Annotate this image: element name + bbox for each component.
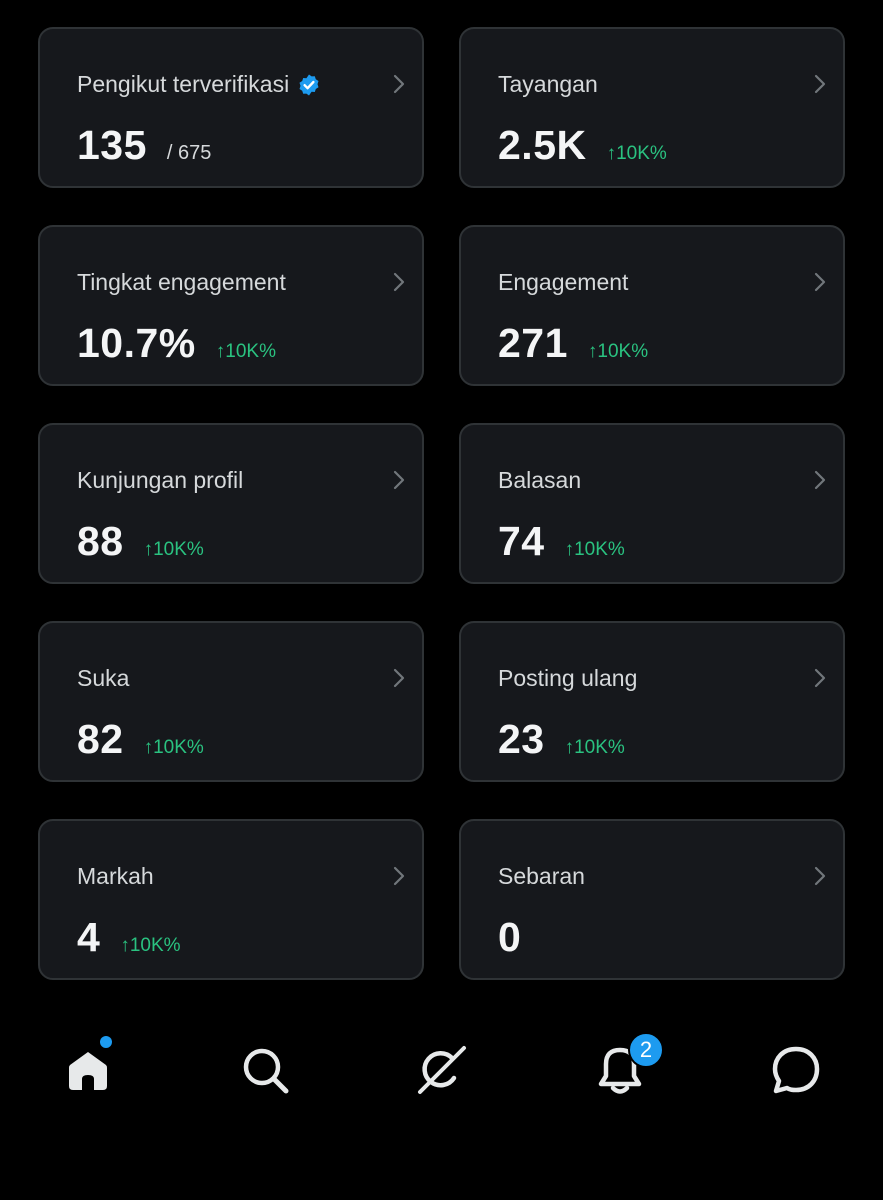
card-title: Pengikut terverifikasi — [77, 71, 290, 97]
card-verified-followers[interactable]: Pengikut terverifikasi 135 / 675 — [38, 27, 424, 188]
chevron-right-icon — [814, 272, 826, 292]
change-value: 10K% — [153, 539, 204, 560]
metric-change: ↑ 10K% — [588, 341, 648, 363]
nav-messages-button[interactable] — [768, 1042, 824, 1098]
card-title: Posting ulang — [498, 665, 638, 691]
arrow-up-icon: ↑ — [564, 539, 575, 560]
home-unread-dot — [100, 1036, 112, 1048]
metric-value: 2.5K — [498, 122, 587, 168]
chevron-right-icon — [393, 866, 405, 886]
chevron-right-icon — [393, 74, 405, 94]
metric-change: ↑ 10K% — [144, 539, 204, 561]
nav-home-button[interactable] — [60, 1036, 116, 1098]
metric-total: / 675 — [166, 142, 212, 164]
metric-value: 82 — [77, 716, 124, 762]
metric-change: ↑ 10K% — [607, 143, 667, 165]
chevron-right-icon — [814, 866, 826, 886]
metric-value: 0 — [498, 914, 522, 960]
chevron-right-icon — [814, 668, 826, 688]
search-icon — [243, 1048, 289, 1094]
arrow-up-icon: ↑ — [564, 737, 575, 758]
metric-change: ↑ 10K% — [120, 935, 180, 957]
card-title: Sebaran — [498, 863, 585, 889]
change-value: 10K% — [225, 341, 276, 362]
card-likes[interactable]: Suka 82 ↑ 10K% — [38, 621, 424, 782]
home-icon — [69, 1052, 107, 1090]
metric-value: 88 — [77, 518, 124, 564]
metric-value: 23 — [498, 716, 545, 762]
arrow-up-icon: ↑ — [120, 935, 130, 956]
card-title: Suka — [77, 665, 130, 691]
nav-notifications-button[interactable]: 2 — [592, 1032, 664, 1098]
card-reposts[interactable]: Posting ulang 23 ↑ 10K% — [459, 621, 845, 782]
card-title: Balasan — [498, 467, 582, 493]
card-engagement[interactable]: Engagement 271 ↑ 10K% — [459, 225, 845, 386]
chevron-right-icon — [393, 470, 405, 490]
card-title: Tingkat engagement — [77, 269, 286, 295]
nav-search-button[interactable] — [237, 1042, 293, 1098]
metric-change: ↑ 10K% — [216, 341, 276, 363]
arrow-up-icon: ↑ — [143, 539, 154, 560]
card-title: Markah — [77, 863, 154, 889]
metric-change: ↑ 10K% — [144, 737, 204, 759]
nav-grok-button[interactable] — [414, 1042, 470, 1098]
card-impressions[interactable]: Tayangan 2.5K ↑ 10K% — [459, 27, 845, 188]
change-value: 10K% — [574, 737, 625, 758]
arrow-up-icon: ↑ — [587, 341, 598, 362]
metric-change: ↑ 10K% — [565, 539, 625, 561]
metric-value: 135 — [77, 122, 147, 168]
analytics-card-grid: Pengikut terverifikasi 135 / 675 Tayanga… — [38, 27, 845, 980]
metric-change: ↑ 10K% — [565, 737, 625, 759]
change-value: 10K% — [574, 539, 625, 560]
metric-value: 4 — [77, 914, 101, 960]
bottom-navigation: 2 — [0, 1020, 883, 1120]
notifications-badge: 2 — [628, 1032, 664, 1068]
change-value: 10K% — [616, 143, 667, 164]
change-value: 10K% — [129, 935, 181, 956]
card-profile-visits[interactable]: Kunjungan profil 88 ↑ 10K% — [38, 423, 424, 584]
card-bookmarks[interactable]: Markah 4 ↑ 10K% — [38, 819, 424, 980]
card-shares[interactable]: Sebaran 0 — [459, 819, 845, 980]
chevron-right-icon — [814, 74, 826, 94]
metric-value: 74 — [498, 518, 545, 564]
change-value: 10K% — [153, 737, 204, 758]
chevron-right-icon — [393, 272, 405, 292]
grok-icon — [418, 1046, 466, 1094]
card-title: Engagement — [498, 269, 629, 295]
chat-icon — [772, 1046, 820, 1094]
metric-value: 271 — [498, 320, 568, 366]
card-title: Tayangan — [498, 71, 598, 97]
change-value: 10K% — [597, 341, 649, 362]
card-replies[interactable]: Balasan 74 ↑ 10K% — [459, 423, 845, 584]
card-title: Kunjungan profil — [77, 467, 244, 493]
arrow-up-icon: ↑ — [606, 143, 617, 164]
arrow-up-icon: ↑ — [143, 737, 154, 758]
arrow-up-icon: ↑ — [215, 341, 226, 362]
chevron-right-icon — [393, 668, 405, 688]
metric-value: 10.7% — [77, 320, 196, 366]
verified-badge-icon — [299, 74, 319, 95]
card-engagement-rate[interactable]: Tingkat engagement 10.7% ↑ 10K% — [38, 225, 424, 386]
chevron-right-icon — [814, 470, 826, 490]
